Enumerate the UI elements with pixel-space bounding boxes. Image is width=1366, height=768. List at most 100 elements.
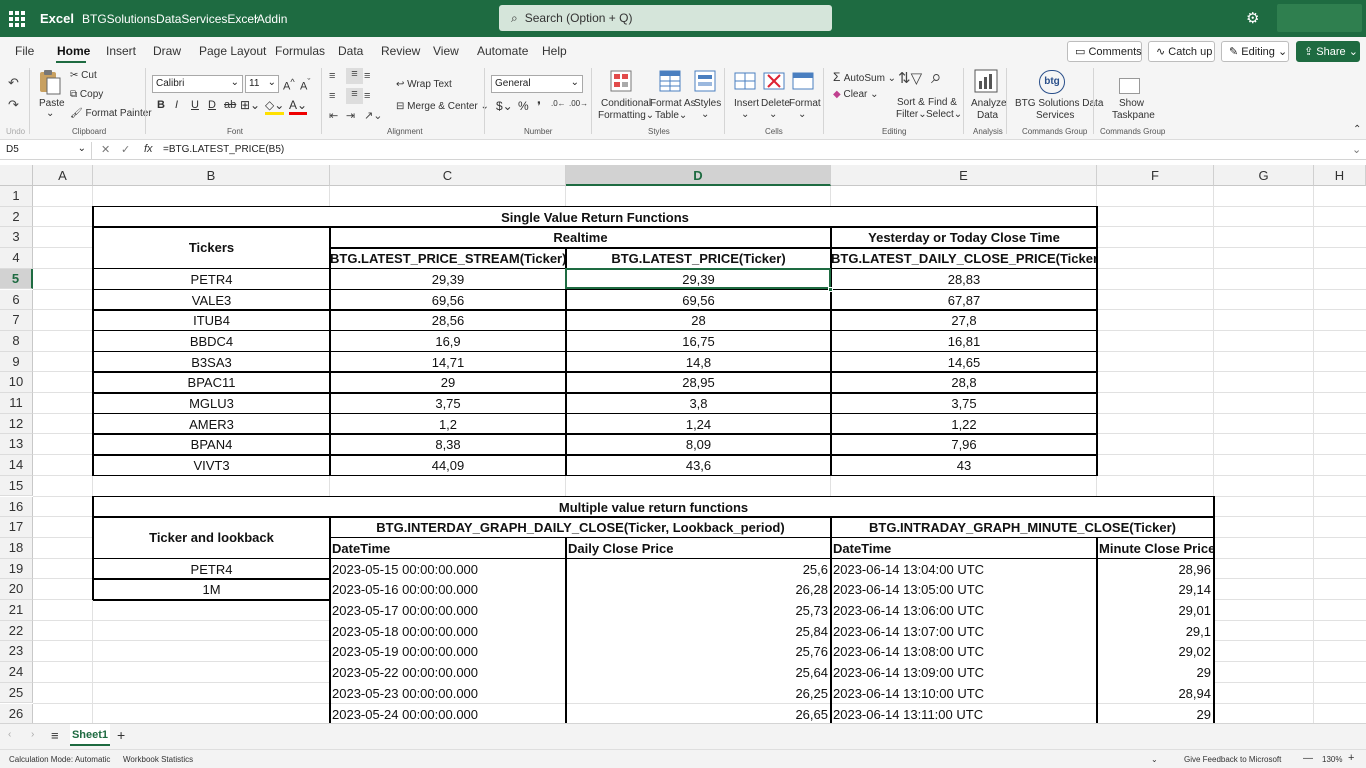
row-header-8[interactable]: 8 xyxy=(0,330,33,352)
daily-close-function-header[interactable]: BTG.LATEST_DAILY_CLOSE_PRICE(Ticker) xyxy=(831,248,1097,269)
font-color-icon[interactable]: A⌄ xyxy=(289,98,308,115)
find-select-label-1[interactable]: Find & xyxy=(928,97,957,108)
decrease-indent-icon[interactable]: ⇤ xyxy=(329,109,338,122)
chevron-down-icon[interactable]: ⌄ xyxy=(46,108,54,119)
select-all-corner[interactable] xyxy=(0,165,33,186)
format-as-table-button[interactable]: Table⌄ xyxy=(655,110,687,121)
minute-datetime-cell[interactable]: 2023-06-14 13:09:00 UTC xyxy=(831,662,1097,683)
ticker-input-cell[interactable]: PETR4 xyxy=(93,558,330,580)
row-header-4[interactable]: 4 xyxy=(0,248,33,269)
comma-style-icon[interactable]: ❜ xyxy=(537,99,541,113)
column-header-f[interactable]: F xyxy=(1097,165,1214,186)
sheet-tab-sheet1[interactable]: Sheet1 xyxy=(70,724,110,746)
minute-datetime-cell[interactable]: 2023-06-14 13:05:00 UTC xyxy=(831,579,1097,600)
sort-filter-label-1[interactable]: Sort & xyxy=(897,97,925,108)
fill-color-icon[interactable]: ◇⌄ xyxy=(265,98,285,115)
row-header-23[interactable]: 23 xyxy=(0,641,33,663)
column-header-e[interactable]: E xyxy=(831,165,1097,186)
daily-close-cell[interactable]: 26,28 xyxy=(566,579,831,600)
tab-home[interactable]: Home xyxy=(57,44,90,58)
ticker-cell[interactable]: ITUB4 xyxy=(93,310,330,331)
insert-function-icon[interactable]: fx xyxy=(144,143,153,155)
format-cells-icon[interactable] xyxy=(792,70,814,92)
interday-function-header[interactable]: BTG.INTERDAY_GRAPH_DAILY_CLOSE(Ticker, L… xyxy=(330,517,831,538)
daily-close-price-header[interactable]: Daily Close Price xyxy=(566,537,831,559)
align-left-icon[interactable]: ≡ xyxy=(329,90,335,102)
calculation-mode[interactable]: Calculation Mode: Automatic xyxy=(9,755,110,764)
align-middle-icon[interactable]: ≡ xyxy=(346,68,363,84)
delete-cells-label[interactable]: Delete xyxy=(761,98,790,109)
minute-close-cell[interactable]: 28,96 xyxy=(1097,558,1214,580)
stream-price-cell[interactable]: 44,09 xyxy=(330,455,566,476)
minute-close-cell[interactable]: 28,94 xyxy=(1097,682,1214,704)
chevron-down-icon[interactable]: ⌄ xyxy=(1151,755,1158,764)
minute-datetime-cell[interactable]: 2023-06-14 13:11:00 UTC xyxy=(831,703,1097,723)
strikethrough-icon[interactable]: ab xyxy=(224,99,236,111)
workbook-statistics-button[interactable]: Workbook Statistics xyxy=(123,755,193,764)
undo-icon[interactable]: ↶ xyxy=(8,75,19,91)
percent-icon[interactable]: % xyxy=(518,99,529,113)
find-select-icon[interactable]: ⌕ xyxy=(931,67,942,89)
tab-insert[interactable]: Insert xyxy=(106,44,136,58)
daily-close-price-cell[interactable]: 1,22 xyxy=(831,413,1097,435)
close-time-header[interactable]: Yesterday or Today Close Time xyxy=(831,227,1097,249)
daily-close-price-cell[interactable]: 67,87 xyxy=(831,289,1097,311)
daily-close-price-cell[interactable]: 7,96 xyxy=(831,434,1097,456)
currency-icon[interactable]: $⌄ xyxy=(496,99,513,113)
show-taskpane-label-1[interactable]: Show xyxy=(1119,98,1144,109)
comments-button[interactable]: ▭ Comments xyxy=(1067,41,1142,62)
editing-mode-button[interactable]: ✎ Editing ⌄ xyxy=(1221,41,1289,62)
row-header-6[interactable]: 6 xyxy=(0,289,33,311)
ticker-cell[interactable]: B3SA3 xyxy=(93,351,330,373)
latest-price-cell[interactable]: 28,95 xyxy=(566,372,831,393)
column-header-a[interactable]: A xyxy=(33,165,93,186)
wrap-text-button[interactable]: ↩ Wrap Text xyxy=(396,79,452,90)
zoom-level[interactable]: 130% xyxy=(1322,755,1342,764)
row-header-22[interactable]: 22 xyxy=(0,620,33,642)
datetime-header[interactable]: DateTime xyxy=(330,537,566,559)
font-size-select[interactable]: 11 ⌄ xyxy=(245,75,279,93)
minute-close-cell[interactable]: 29,01 xyxy=(1097,600,1214,621)
increase-font-size-icon[interactable]: A^ xyxy=(283,77,295,93)
row-header-16[interactable]: 16 xyxy=(0,496,33,518)
stream-price-cell[interactable]: 29 xyxy=(330,372,566,393)
minute-close-cell[interactable]: 29 xyxy=(1097,662,1214,683)
btg-logo-icon[interactable]: btg xyxy=(1039,70,1065,94)
daily-close-cell[interactable]: 25,84 xyxy=(566,620,831,642)
feedback-link[interactable]: Give Feedback to Microsoft xyxy=(1184,755,1281,764)
row-header-12[interactable]: 12 xyxy=(0,413,33,435)
minute-datetime-cell[interactable]: 2023-06-14 13:10:00 UTC xyxy=(831,682,1097,704)
number-format-select[interactable]: General ⌄ xyxy=(491,75,583,93)
fill-handle[interactable] xyxy=(828,286,833,292)
minute-datetime-cell[interactable]: 2023-06-14 13:04:00 UTC xyxy=(831,558,1097,580)
tab-draw[interactable]: Draw xyxy=(153,44,181,58)
minute-datetime-cell[interactable]: 2023-06-14 13:06:00 UTC xyxy=(831,600,1097,621)
daily-datetime-cell[interactable]: 2023-05-17 00:00:00.000 xyxy=(330,600,566,621)
align-top-icon[interactable]: ≡ xyxy=(329,70,335,82)
ticker-cell[interactable]: AMER3 xyxy=(93,413,330,435)
lookback-input-cell[interactable]: 1M xyxy=(93,579,330,600)
share-button[interactable]: ⇪ Share ⌄ xyxy=(1296,41,1360,62)
stream-price-cell[interactable]: 14,71 xyxy=(330,351,566,373)
realtime-header[interactable]: Realtime xyxy=(330,227,831,249)
minute-close-price-header[interactable]: Minute Close Price xyxy=(1097,537,1214,559)
column-header-g[interactable]: G xyxy=(1214,165,1314,186)
daily-datetime-cell[interactable]: 2023-05-19 00:00:00.000 xyxy=(330,641,566,663)
row-header-24[interactable]: 24 xyxy=(0,662,33,683)
stream-price-cell[interactable]: 3,75 xyxy=(330,393,566,414)
increase-decimal-icon[interactable]: .0← xyxy=(551,99,566,108)
ticker-cell[interactable]: MGLU3 xyxy=(93,393,330,414)
confirm-icon[interactable]: ✓ xyxy=(121,143,130,156)
zoom-out-icon[interactable]: — xyxy=(1303,753,1313,764)
daily-close-price-cell[interactable]: 27,8 xyxy=(831,310,1097,331)
insert-cells-label[interactable]: Insert xyxy=(734,98,759,109)
column-header-h[interactable]: H xyxy=(1314,165,1366,186)
daily-close-cell[interactable]: 25,73 xyxy=(566,600,831,621)
stream-function-header[interactable]: BTG.LATEST_PRICE_STREAM(Ticker) xyxy=(330,248,566,269)
ticker-cell[interactable]: BBDC4 xyxy=(93,330,330,352)
tab-page-layout[interactable]: Page Layout xyxy=(199,44,266,58)
daily-close-price-cell[interactable]: 43 xyxy=(831,455,1097,476)
row-header-1[interactable]: 1 xyxy=(0,186,33,207)
cancel-icon[interactable]: ✕ xyxy=(101,143,110,156)
row-header-13[interactable]: 13 xyxy=(0,434,33,456)
